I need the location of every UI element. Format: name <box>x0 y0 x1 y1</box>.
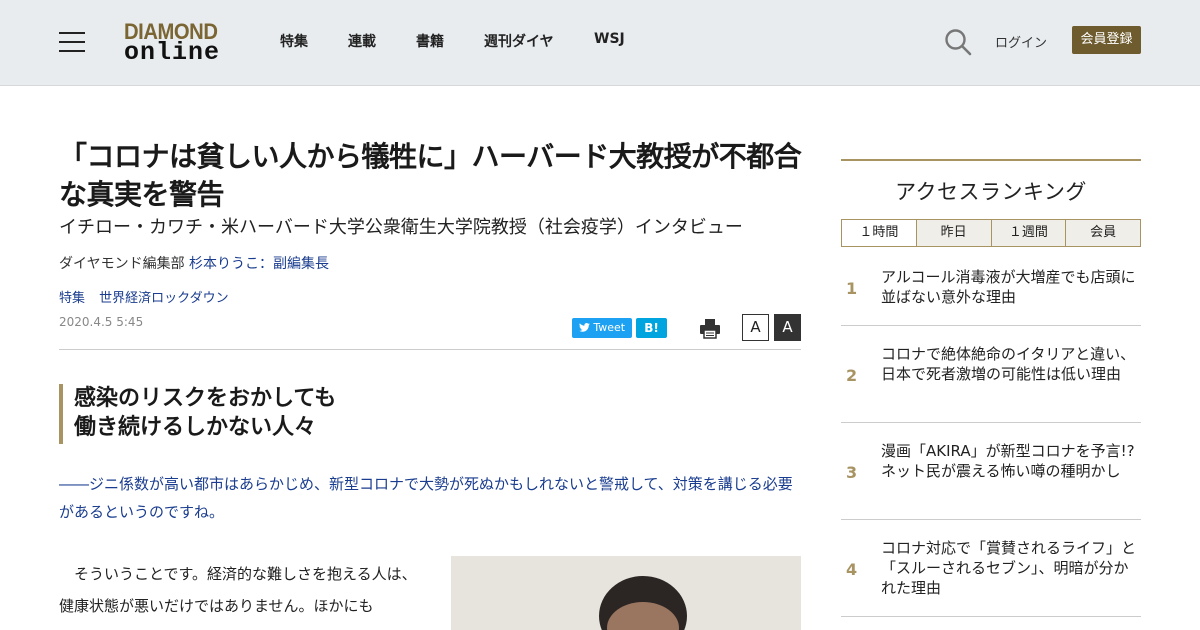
tweet-button[interactable]: Tweet <box>572 318 632 338</box>
ranking-number: 4 <box>846 560 858 579</box>
logo-text-online: online <box>124 38 221 67</box>
ranking-number: 3 <box>846 463 858 482</box>
login-link[interactable]: ログイン <box>995 32 1047 51</box>
font-size-small-button[interactable]: A <box>742 314 769 341</box>
interviewee-photo-image <box>451 556 801 630</box>
ranking-item[interactable]: 1 アルコール消毒液が大増産でも店頭に並ばない意外な理由 <box>841 255 1141 326</box>
nav-item-feature[interactable]: 特集 <box>280 31 308 51</box>
tag-lockdown[interactable]: 世界経済ロックダウン <box>99 291 228 306</box>
article-tags: 特集 世界経済ロックダウン <box>59 287 239 306</box>
tab-members[interactable]: 会員 <box>1066 219 1141 247</box>
twitter-bird-icon <box>578 323 590 332</box>
interview-question: ――ジニ係数が高い都市はあらかじめ、新型コロナで大勢が死ぬかもしれないと警戒して… <box>59 475 793 521</box>
ranking-headline: コロナで絶体絶命のイタリアと違い、日本で死者激増の可能性は低い理由 <box>881 345 1136 383</box>
byline: ダイヤモンド編集部 杉本りうこ：副編集長 <box>59 253 329 273</box>
ranking-headline: 漫画「AKIRA」が新型コロナを予言!?ネット民が震える怖い噂の種明かし <box>881 442 1135 480</box>
tab-1-week[interactable]: １週間 <box>991 219 1067 247</box>
menu-icon[interactable] <box>59 32 85 52</box>
nav-item-weekly-diamond[interactable]: 週刊ダイヤ <box>484 31 554 51</box>
article-photo <box>451 556 801 630</box>
article-subtitle: イチロー・カワチ・米ハーバード大学公衆衛生大学院教授（社会疫学）インタビュー <box>59 217 743 238</box>
ranking-item[interactable]: 2 コロナで絶体絶命のイタリアと違い、日本で死者激増の可能性は低い理由 <box>841 326 1141 423</box>
divider <box>59 349 801 350</box>
ranking-headline: アルコール消毒液が大増産でも店頭に並ばない意外な理由 <box>881 268 1136 306</box>
ranking-top-rule <box>841 159 1141 161</box>
nav-item-books[interactable]: 書籍 <box>416 31 444 51</box>
site-header: DIAMOND online 特集 連載 書籍 週刊ダイヤ WSJ ログイン 会… <box>0 0 1200 86</box>
tag-feature[interactable]: 特集 <box>59 291 85 306</box>
ranking-item[interactable]: 3 漫画「AKIRA」が新型コロナを予言!?ネット民が震える怖い噂の種明かし <box>841 423 1141 520</box>
register-button[interactable]: 会員登録 <box>1072 26 1141 54</box>
ranking-number: 1 <box>846 279 858 298</box>
tweet-label: Tweet <box>593 321 626 334</box>
font-size-large-button[interactable]: A <box>774 314 801 341</box>
nav-item-series[interactable]: 連載 <box>348 31 376 51</box>
article-title: 「コロナは貧しい人から犠牲に」ハーバード大教授が不都合な真実を警告 <box>59 140 802 211</box>
search-icon[interactable] <box>944 28 972 56</box>
byline-department: ダイヤモンド編集部 <box>59 256 185 272</box>
section-heading-line-1: 感染のリスクをおかしても <box>74 386 337 411</box>
publish-date: 2020.4.5 5:45 <box>59 315 144 329</box>
ranking-title: アクセスランキング <box>895 180 1087 204</box>
section-heading: 感染のリスクをおかしても 働き続けるしかない人々 <box>59 384 801 444</box>
ranking-tabs: １時間 昨日 １週間 会員 <box>841 219 1141 247</box>
article-body: そういうことです。経済的な難しさを抱える人は、健康状態が悪いだけではありません。… <box>59 565 417 615</box>
site-logo[interactable]: DIAMOND online <box>124 20 228 66</box>
ranking-headline: コロナ対応で「賞賛されるライフ」と「スルーされるセブン」、明暗が分かれた理由 <box>881 539 1137 597</box>
nav-item-wsj[interactable]: WSJ <box>594 31 625 47</box>
section-heading-line-2: 働き続けるしかない人々 <box>74 415 317 440</box>
author-link[interactable]: 杉本りうこ：副編集長 <box>189 256 329 272</box>
print-icon[interactable] <box>699 317 721 339</box>
ranking-item[interactable]: 4 コロナ対応で「賞賛されるライフ」と「スルーされるセブン」、明暗が分かれた理由 <box>841 520 1141 617</box>
tab-yesterday[interactable]: 昨日 <box>916 219 992 247</box>
ranking-number: 2 <box>846 366 858 385</box>
hatena-bookmark-button[interactable]: B! <box>636 318 667 338</box>
tab-1-hour[interactable]: １時間 <box>841 219 917 247</box>
